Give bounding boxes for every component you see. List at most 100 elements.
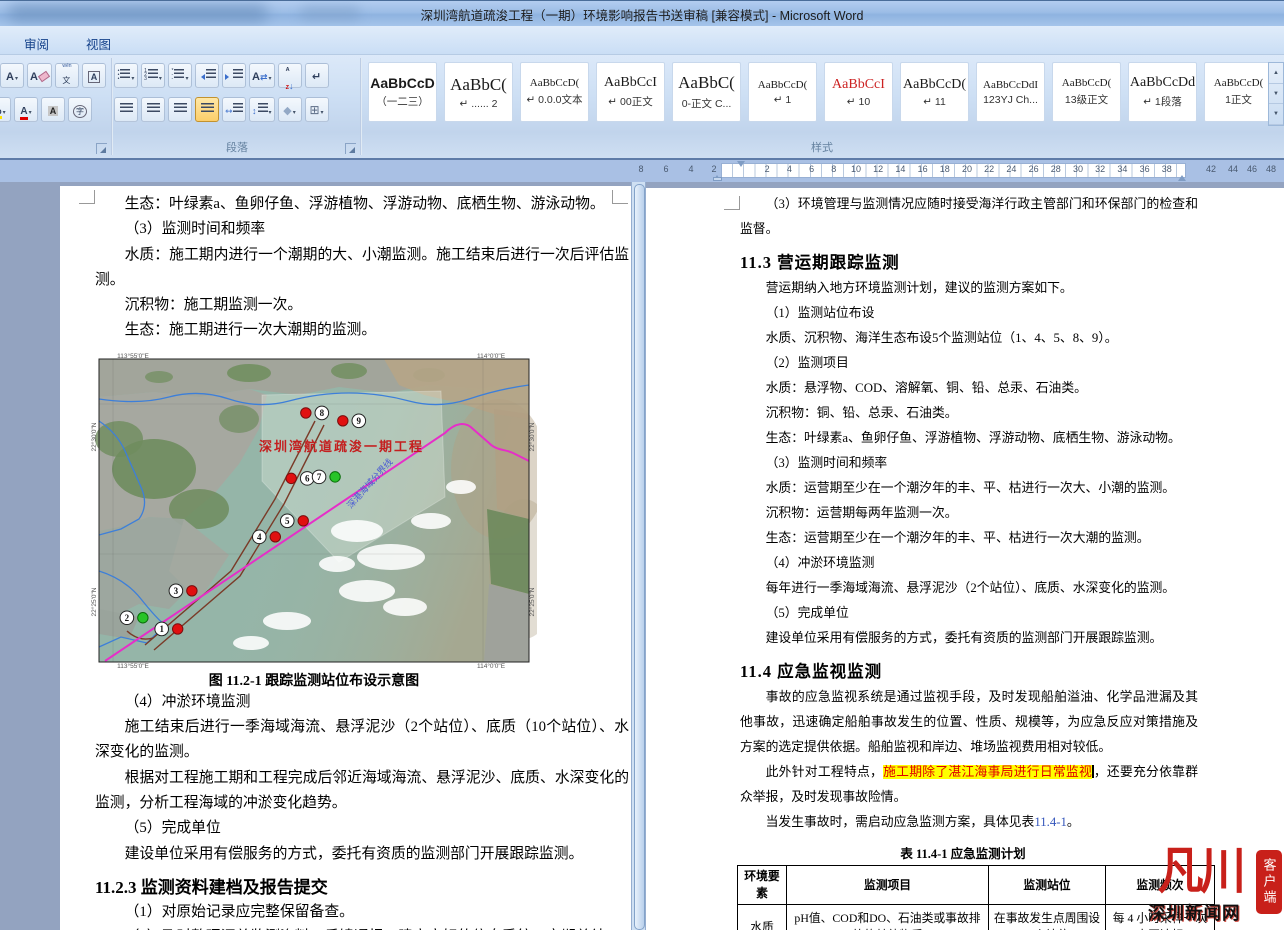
paragraph: （5）完成单位 [95, 816, 629, 841]
align-right-button[interactable] [168, 97, 192, 122]
lat-label: 22°25'0"N [528, 587, 536, 616]
font-color-button[interactable]: A▾ [14, 97, 38, 122]
ruler-number: 10 [851, 164, 861, 174]
justify-icon [201, 101, 214, 119]
paragraph: 每年进行一季海域海流、悬浮泥沙（2个站位）、底质、水深变化的监测。 [740, 576, 1198, 601]
paragraph: （1）监测站位布设 [740, 301, 1198, 326]
station-dot-3 [187, 585, 197, 595]
paragraph: 建设单位采用有偿服务的方式，委托有资质的监测部门开展跟踪监测。 [740, 626, 1198, 651]
ruler-number: 12 [873, 164, 883, 174]
paragraph-dialog-launcher-icon[interactable] [345, 143, 356, 154]
style-item-9[interactable]: AaBbCcDdI123YJ Ch... [976, 62, 1045, 122]
font-group: A▾Awén文A ab▾A▾A字 [0, 55, 111, 158]
paragraph-group-label: 段落 [114, 139, 360, 155]
bullets-button[interactable]: •••▾ [114, 63, 138, 88]
line-spacing-button[interactable]: ↕▾ [249, 97, 275, 122]
ruler-number: 32 [1095, 164, 1105, 174]
sort-button[interactable]: AZ↓ [278, 63, 302, 88]
shrink-font-button[interactable]: A▾ [0, 63, 24, 88]
increase-indent-button[interactable] [222, 63, 246, 88]
tab-review[interactable]: 审阅 [14, 31, 59, 56]
borders-button[interactable]: ⊞▾ [305, 97, 329, 122]
right-indent-marker[interactable] [1178, 171, 1186, 181]
style-item-8[interactable]: AaBbCcD(↵ 11 [900, 62, 969, 122]
ruler-number: 6 [663, 164, 668, 174]
paragraph: 生态：叶绿素a、鱼卵仔鱼、浮游植物、浮游动物、底栖生物、游泳动物。 [740, 426, 1198, 451]
margin-crop-mark [79, 190, 95, 204]
station-dot-2 [138, 612, 148, 622]
figure-map[interactable]: 深圳湾航道疏浚一期工程 深港海域分界线 123456789 113°55'0"E… [91, 352, 537, 690]
style-item-5[interactable]: AaBbC(0-正文 C... [672, 62, 741, 122]
distribute-button[interactable]: ⇿ [222, 97, 246, 122]
enclose-characters-button[interactable]: 字 [68, 97, 92, 122]
character-shading-icon: A [48, 101, 59, 119]
multilevel-list-button[interactable]: *--▾ [168, 63, 192, 88]
show-marks-button[interactable]: ↵ [305, 63, 329, 88]
paragraph-group: •••▾ 123▾*--▾ A⇄▾ AZ↓↵ ⇿↕▾◆▾⊞▾ 段落 [114, 55, 360, 158]
style-item-11[interactable]: AaBbCcDd↵ 1段落 [1128, 62, 1197, 122]
station-number-2: 2 [125, 613, 130, 623]
paragraph: 沉积物：铜、铅、总汞、石油类。 [740, 401, 1198, 426]
table-header: 监测项目 [787, 866, 989, 905]
paragraph: （3）环境管理与监测情况应随时接受海洋行政主管部门和环保部门的检查和监督。 [740, 192, 1198, 242]
station-number-7: 7 [317, 472, 322, 482]
bullets-icon: •••▾ [118, 67, 135, 85]
ruler-number: 48 [1266, 164, 1276, 174]
styles-group: AaBbCcD（一二三）AaBbC(↵ ...... 2AaBbCcD(↵ 0.… [362, 55, 1284, 158]
first-line-indent-marker[interactable] [737, 161, 745, 171]
paragraph: 生态：运营期至少在一个潮汐年的丰、平、枯进行一次大潮的监测。 [740, 526, 1198, 551]
highlight-color-button[interactable]: ab▾ [0, 97, 11, 122]
style-item-6[interactable]: AaBbCcD(↵ 1 [748, 62, 817, 122]
numbering-button[interactable]: 123▾ [141, 63, 165, 88]
table-cell: 在事故发生点周围设 6 个站位 [989, 905, 1106, 930]
style-item-3[interactable]: AaBbCcD(↵ 0.0.0文本 [520, 62, 589, 122]
station-dot-4 [270, 531, 280, 541]
font-dialog-launcher-icon[interactable] [96, 143, 107, 154]
character-border-button[interactable]: A [82, 63, 106, 88]
table-caption: 表 11.4-1 应急监测计划 [737, 843, 1189, 862]
table-header: 环境要素 [738, 866, 787, 905]
align-center-icon [147, 101, 160, 119]
page-right[interactable]: （3）环境管理与监测情况应随时接受海洋行政主管部门和环保部门的检查和监督。11.… [646, 188, 1284, 930]
highlight-color-icon: ab▾ [0, 101, 6, 119]
clear-formatting-button[interactable]: A [27, 63, 52, 88]
style-item-1[interactable]: AaBbCcD（一二三） [368, 62, 437, 122]
paragraph-highlighted: 此外针对工程特点，施工期除了湛江海事局进行日常监视，还要充分依靠群众举报，及时发… [740, 760, 1198, 810]
scrollbar-thumb[interactable] [634, 184, 645, 930]
ruler-number: 30 [1073, 164, 1083, 174]
left-indent-marker[interactable] [713, 177, 722, 181]
gallery-down-icon[interactable]: ▼ [1269, 84, 1283, 105]
style-item-10[interactable]: AaBbCcD(13级正文 [1052, 62, 1121, 122]
style-item-7[interactable]: AaBbCcI↵ 10 [824, 62, 893, 122]
ribbon-tab-row: 审阅 视图 [0, 26, 1284, 55]
gallery-more-icon[interactable]: ▼ [1269, 104, 1283, 125]
asian-layout-icon: A⇄▾ [252, 67, 272, 85]
ruler-number: 8 [638, 164, 643, 174]
style-item-4[interactable]: AaBbCcI↵ 00正文 [596, 62, 665, 122]
shading-button[interactable]: ◆▾ [278, 97, 302, 122]
gallery-up-icon[interactable]: ▲ [1269, 63, 1283, 84]
decrease-indent-button[interactable] [195, 63, 219, 88]
table-cell: pH值、COD和DO、石油类或事故排放的其他物质 [787, 905, 989, 930]
align-center-button[interactable] [141, 97, 165, 122]
table-header: 监测站位 [989, 866, 1106, 905]
paragraph: 生态：叶绿素a、鱼卵仔鱼、浮游植物、浮游动物、底栖生物、游泳动物。 [95, 192, 629, 217]
station-number-3: 3 [174, 586, 179, 596]
tab-view[interactable]: 视图 [76, 31, 121, 56]
asian-layout-button[interactable]: A⇄▾ [249, 63, 275, 88]
style-item-12[interactable]: AaBbCcD(1正文 [1204, 62, 1269, 122]
station-dot-8 [301, 408, 311, 418]
ruler-number: 22 [984, 164, 994, 174]
character-shading-button[interactable]: A [41, 97, 65, 122]
ruler-number: 38 [1162, 164, 1172, 174]
style-item-2[interactable]: AaBbC(↵ ...... 2 [444, 62, 513, 122]
phonetic-guide-button[interactable]: wén文 [55, 63, 79, 88]
justify-button[interactable] [195, 97, 219, 122]
gallery-scroll[interactable]: ▲ ▼ ▼ [1268, 62, 1284, 126]
align-left-button[interactable] [114, 97, 138, 122]
vertical-scrollbar[interactable] [631, 182, 646, 930]
coord-label: 114°0'0"E [477, 352, 506, 360]
page-left[interactable]: 生态：叶绿素a、鱼卵仔鱼、浮游植物、浮游动物、底栖生物、游泳动物。（3）监测时间… [60, 186, 631, 930]
section-heading: 11.2.3 监测资料建档及报告提交 [95, 873, 629, 898]
window-title: 深圳湾航道疏浚工程（一期）环境影响报告书送审稿 [兼容模式] - Microso… [0, 5, 1284, 24]
